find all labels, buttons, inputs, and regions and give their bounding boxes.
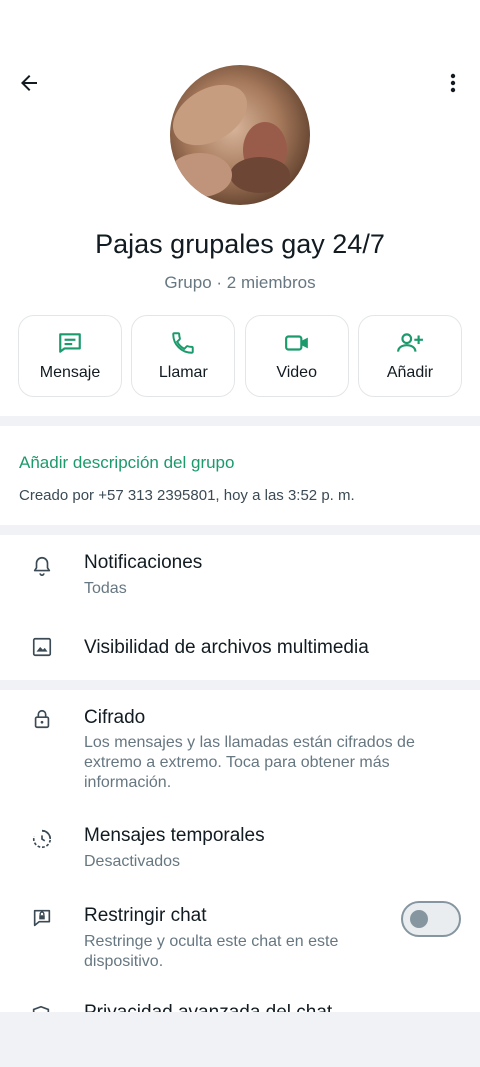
encryption-title: Cifrado bbox=[84, 707, 146, 728]
video-button[interactable]: Video bbox=[244, 315, 349, 397]
notifications-subtitle: Todas bbox=[84, 580, 127, 597]
notifications-row[interactable]: Notificaciones Todas bbox=[0, 545, 480, 605]
phone-icon bbox=[172, 332, 195, 354]
section-divider bbox=[0, 680, 480, 690]
encryption-row[interactable]: Cifrado Los mensajes y las llamadas está… bbox=[0, 700, 480, 800]
add-member-button[interactable]: Añadir bbox=[357, 315, 462, 397]
avatar-image bbox=[170, 65, 310, 205]
restrict-chat-title: Restringir chat bbox=[84, 905, 207, 926]
group-avatar[interactable] bbox=[170, 65, 310, 205]
notifications-title: Notificaciones bbox=[84, 552, 203, 573]
restrict-chat-row[interactable]: Restringir chat Restringe y oculta este … bbox=[0, 898, 480, 978]
timer-icon bbox=[30, 827, 54, 851]
group-name[interactable]: Pajas grupales gay 24/7 bbox=[0, 229, 480, 260]
more-options-button[interactable] bbox=[438, 68, 468, 98]
top-bar bbox=[0, 0, 480, 210]
group-subtitle: Grupo · 2 miembros bbox=[164, 273, 316, 292]
temporary-messages-subtitle: Desactivados bbox=[84, 853, 181, 870]
add-description-link[interactable]: Añadir descripción del grupo bbox=[19, 453, 234, 473]
call-button-label: Llamar bbox=[158, 364, 208, 381]
created-info: Creado por +57 313 2395801, hoy a las 3:… bbox=[19, 487, 355, 504]
temporary-messages-row[interactable]: Mensajes temporales Desactivados bbox=[0, 818, 480, 878]
section-divider bbox=[0, 525, 480, 535]
more-vertical-icon bbox=[450, 73, 456, 93]
call-button[interactable]: Llamar bbox=[131, 315, 236, 397]
video-icon bbox=[284, 335, 308, 351]
arrow-left-icon bbox=[21, 75, 37, 91]
add-person-icon bbox=[397, 333, 423, 352]
encryption-subtitle: Los mensajes y las llamadas están cifrad… bbox=[84, 734, 415, 791]
action-buttons: Mensaje Llamar Video Añadir bbox=[18, 315, 462, 397]
bottom-area bbox=[0, 1012, 480, 1067]
video-button-label: Video bbox=[276, 364, 317, 381]
message-icon bbox=[59, 333, 81, 353]
bell-icon bbox=[30, 554, 54, 578]
image-icon bbox=[30, 635, 54, 659]
section-divider bbox=[0, 416, 480, 426]
media-visibility-title: Visibilidad de archivos multimedia bbox=[84, 637, 369, 658]
temporary-messages-title: Mensajes temporales bbox=[84, 825, 265, 846]
back-button[interactable] bbox=[14, 68, 44, 98]
lock-icon bbox=[30, 707, 54, 731]
chat-lock-icon bbox=[30, 906, 54, 930]
add-member-button-label: Añadir bbox=[386, 364, 434, 381]
message-button[interactable]: Mensaje bbox=[18, 315, 122, 397]
restrict-chat-subtitle: Restringe y oculta este chat en este dis… bbox=[84, 933, 339, 970]
message-button-label: Mensaje bbox=[39, 364, 101, 381]
restrict-chat-toggle[interactable] bbox=[401, 901, 461, 937]
media-visibility-row[interactable]: Visibilidad de archivos multimedia bbox=[0, 628, 480, 668]
toggle-knob bbox=[410, 910, 428, 928]
